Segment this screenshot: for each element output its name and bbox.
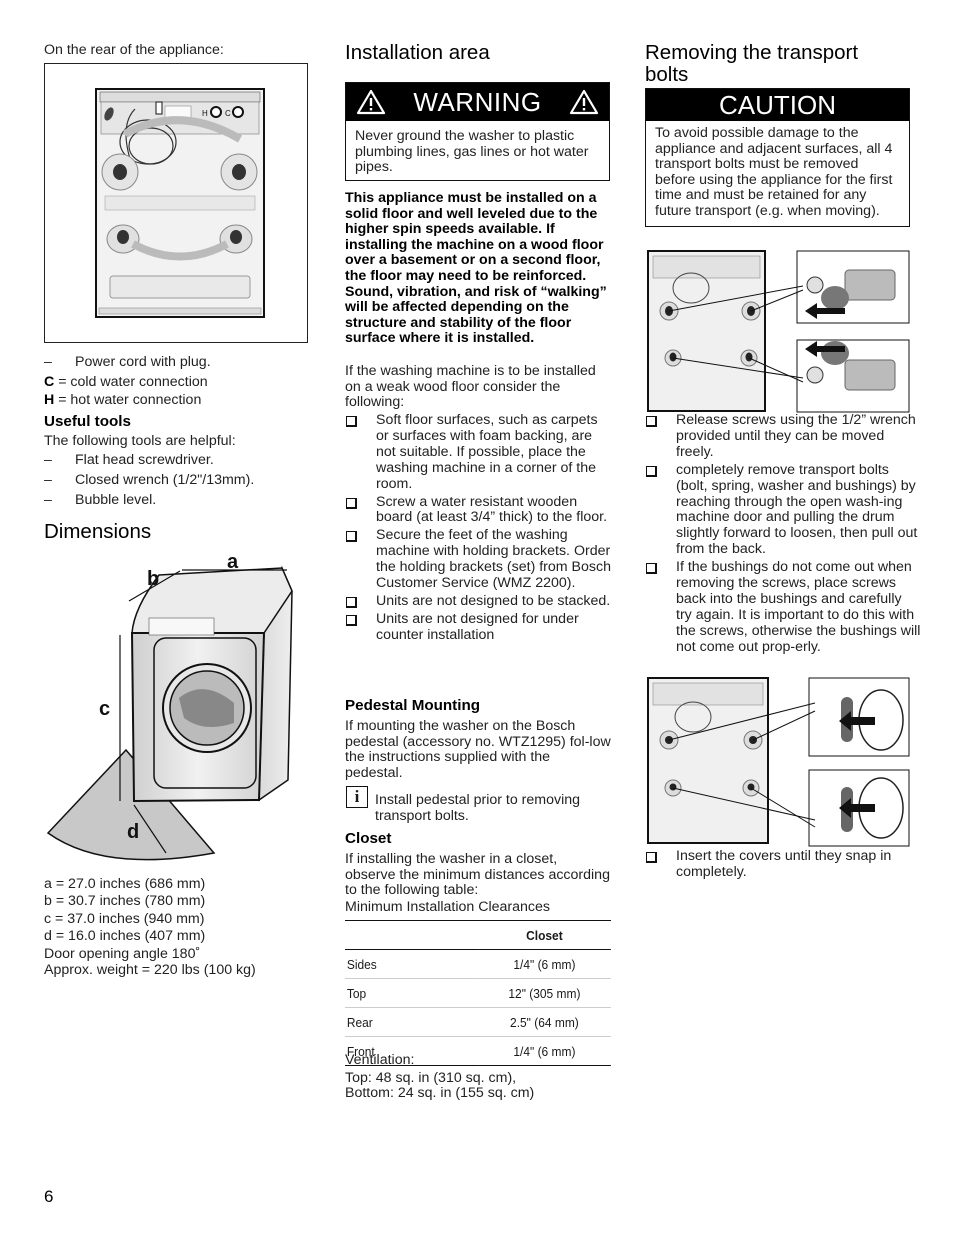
checkbox-bullet-icon — [646, 416, 657, 427]
table-cell: Top — [345, 978, 478, 1008]
pedestal-text: If mounting the washer on the Bosch pede… — [345, 718, 611, 781]
list-item: Insert the covers until they snap in com… — [645, 848, 921, 881]
clearances-caption: Minimum Installation Clearances — [345, 899, 551, 915]
rear-appliance-figure: H C — [44, 63, 308, 343]
list-item: Soft floor surfaces, such as carpets or … — [345, 412, 611, 493]
useful-tools-heading: Useful tools — [44, 413, 131, 430]
table-row: Rear 2.5" (64 mm) — [345, 1007, 611, 1037]
table-cell: 12" (305 mm) — [477, 978, 611, 1008]
caution-title: CAUTION — [646, 89, 909, 121]
clearances-table: Closet Sides 1/4" (6 mm) Top 12" (305 mm… — [345, 921, 611, 1066]
warning-header: WARNING — [346, 83, 609, 121]
hot-connection-line: H = hot water connection — [44, 392, 202, 408]
transport-bolt-removal-icon — [647, 250, 910, 413]
pedestal-info-note: i Install pedestal prior to removing tra… — [346, 786, 612, 824]
useful-tools-intro: The following tools are helpful: — [44, 433, 236, 449]
rear-list: – Power cord with plug. — [44, 354, 310, 375]
list-item: Units are not designed to be stacked. — [345, 593, 611, 610]
list-item: – Power cord with plug. — [44, 354, 211, 370]
table-cell: 1/4" (6 mm) — [477, 1036, 611, 1066]
list-item: – Flat head screwdriver. — [44, 452, 214, 468]
pedestal-heading: Pedestal Mounting — [345, 697, 481, 714]
bolt-removal-figure — [645, 248, 911, 413]
checkbox-bullet-icon — [346, 614, 357, 626]
warning-title: WARNING — [413, 86, 542, 117]
warning-text: Never ground the washer to plastic plumb… — [355, 128, 589, 176]
checkbox-bullet-icon — [346, 416, 357, 427]
info-icon: i — [346, 786, 368, 808]
spec-b: b = 30.7 inches (780 mm) — [44, 893, 206, 910]
covers-step-list: Insert the covers until they snap in com… — [645, 848, 921, 883]
table-row: Sides 1/4" (6 mm) — [345, 949, 611, 979]
cold-label: C — [225, 109, 231, 118]
dimension-d-label: d — [127, 821, 139, 843]
weak-floor-intro: If the washing machine is to be installe… — [345, 363, 596, 411]
list-item: Screw a water resistant wooden board (at… — [345, 494, 611, 527]
page-number: 6 — [44, 1187, 54, 1206]
closet-heading: Closet — [345, 830, 392, 847]
transport-bolts-heading: Removing the transport bolts — [645, 41, 859, 86]
caution-box: CAUTION To avoid possible damage to the … — [645, 88, 910, 227]
dimension-specs: a = 27.0 inches (686 mm) b = 30.7 inches… — [44, 876, 256, 978]
table-cell: Sides — [345, 949, 478, 979]
installation-area-heading: Installation area — [345, 41, 490, 64]
checkbox-bullet-icon — [646, 563, 657, 575]
table-cell: Rear — [345, 1007, 478, 1037]
closet-text: If installing the washer in a closet, ob… — [345, 851, 610, 899]
list-item: Release screws using the 1/2” wrench pro… — [645, 412, 921, 461]
warning-triangle-icon — [356, 89, 386, 115]
washer-dimensions-icon: a b c d — [46, 551, 293, 861]
cold-connection-line: C = cold water connection — [44, 374, 208, 390]
table-row: Top 12" (305 mm) — [345, 978, 611, 1008]
rear-caption: On the rear of the appliance: — [44, 42, 224, 58]
list-item: Secure the feet of the washing machine w… — [345, 527, 611, 592]
list-item: Units are not designed for under counter… — [345, 611, 611, 644]
dimension-c-label: c — [99, 698, 110, 720]
list-item: If the bushings do not come out when rem… — [645, 559, 921, 655]
spec-a: a = 27.0 inches (686 mm) — [44, 876, 206, 892]
covers-figure — [645, 675, 911, 847]
table-cell: 2.5" (64 mm) — [477, 1007, 611, 1037]
ventilation-label: Ventilation: — [345, 1052, 415, 1068]
checkbox-bullet-icon — [346, 531, 357, 543]
dimensions-heading: Dimensions — [44, 520, 152, 543]
useful-tools-list: – Flat head screwdriver. – Closed wrench (… — [44, 452, 310, 512]
checkbox-bullet-icon — [646, 465, 657, 477]
table-header: Closet — [477, 921, 611, 950]
caution-text: To avoid possible damage to the applianc… — [655, 125, 893, 219]
dimension-b-label: b — [147, 568, 159, 590]
table-header — [345, 921, 478, 950]
checkbox-bullet-icon — [346, 497, 357, 509]
spec-weight: Approx. weight = 220 lbs (100 kg) — [44, 961, 256, 978]
washer-rear-icon: H C — [95, 88, 265, 318]
list-item: completely remove transport bolts (bolt,… — [645, 462, 921, 558]
warning-triangle-icon — [569, 89, 599, 115]
table-header-row: Closet — [345, 921, 611, 950]
spec-d: d = 16.0 inches (407 mm) — [44, 928, 206, 945]
spec-c: c = 37.0 inches (940 mm) — [44, 910, 205, 927]
removal-steps-list: Release screws using the 1/2” wrench pro… — [645, 412, 921, 658]
dimensions-figure: a b c d — [44, 551, 306, 865]
table-cell: 1/4" (6 mm) — [477, 949, 611, 979]
spec-door-angle: Door opening angle 180˚ — [44, 945, 201, 962]
hot-label: H — [202, 109, 208, 118]
list-item: – Bubble level. — [44, 491, 157, 508]
checkbox-bullet-icon — [646, 852, 657, 863]
floor-requirement-paragraph: This appliance must be installed on a so… — [345, 190, 607, 347]
clearances-table-wrap: Closet Sides 1/4" (6 mm) Top 12" (305 mm… — [345, 920, 611, 1066]
info-text: Install pedestal prior to removing trans… — [375, 792, 581, 824]
checkbox-bullet-icon — [346, 596, 357, 608]
warning-box: WARNING Never ground the washer to plast… — [345, 82, 610, 181]
list-item: – Closed wrench (1/2"/13mm). — [44, 471, 255, 488]
dimension-a-label: a — [227, 553, 239, 573]
weak-floor-list: Soft floor surfaces, such as carpets or … — [345, 412, 611, 646]
ventilation-bottom: Bottom: 24 sq. in (155 sq. cm) — [345, 1085, 535, 1101]
insert-covers-icon — [647, 677, 910, 847]
